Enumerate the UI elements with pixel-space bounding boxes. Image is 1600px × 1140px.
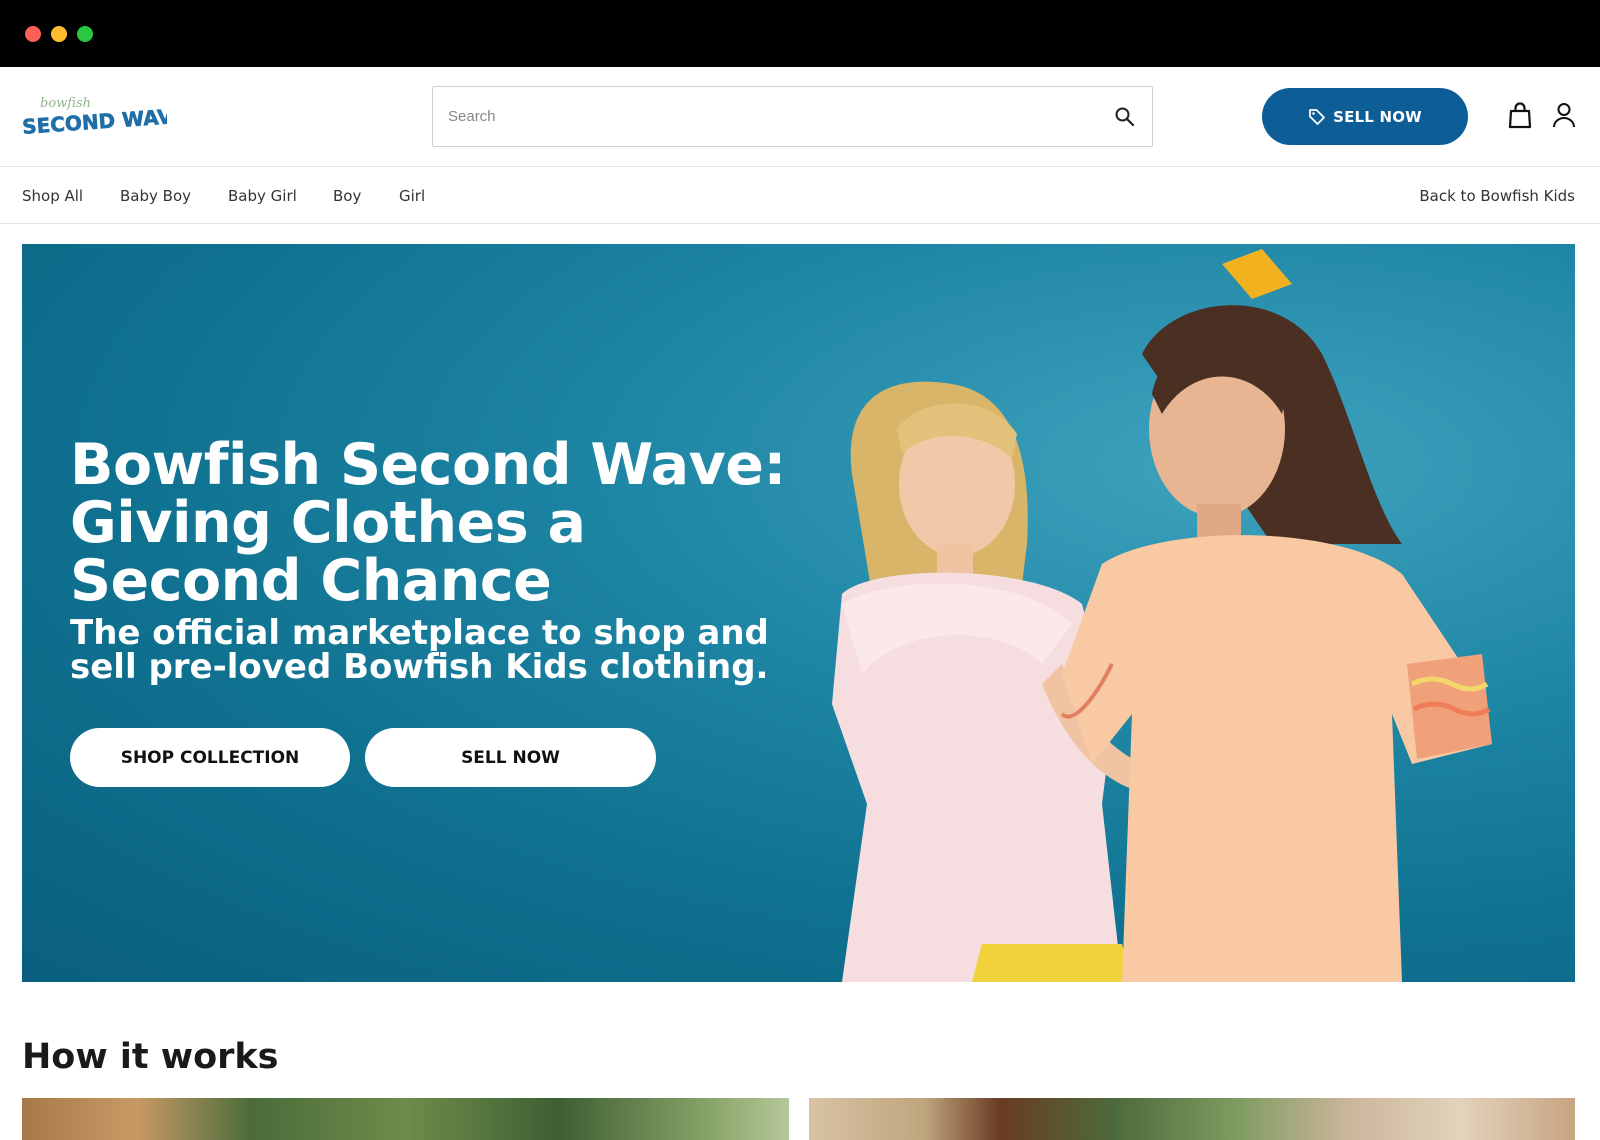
nav-item-shop-all[interactable]: Shop All [22, 187, 83, 205]
shopping-bag-icon[interactable] [1507, 101, 1533, 129]
user-icon[interactable] [1551, 101, 1577, 129]
search-bar [432, 86, 1153, 147]
header-sell-now-label: SELL NOW [1333, 107, 1422, 126]
back-to-bowfish-kids-link[interactable]: Back to Bowfish Kids [1419, 187, 1575, 205]
close-window-button[interactable] [25, 26, 41, 42]
hero-banner: Bowfish Second Wave: Giving Clothes a Se… [22, 244, 1575, 982]
logo-script-text: bowfish [40, 96, 91, 111]
window-titlebar [0, 0, 1600, 67]
how-it-works-heading: How it works [22, 1037, 279, 1077]
site-logo[interactable]: bowfish SECOND WAVE [22, 91, 167, 143]
header-sell-now-button[interactable]: SELL NOW [1262, 88, 1468, 145]
nav-item-baby-girl[interactable]: Baby Girl [228, 187, 297, 205]
shop-collection-button[interactable]: SHOP COLLECTION [70, 728, 350, 787]
hero-girl-right [1060, 249, 1492, 982]
tag-icon [1309, 108, 1325, 125]
how-it-works-card-image-1 [22, 1098, 789, 1140]
nav-item-girl[interactable]: Girl [399, 187, 425, 205]
site-header: bowfish SECOND WAVE SELL NOW [0, 67, 1600, 167]
maximize-window-button[interactable] [77, 26, 93, 42]
how-it-works-card-image-2 [809, 1098, 1575, 1140]
logo-mark: bowfish SECOND WAVE [22, 96, 167, 139]
search-input[interactable] [433, 87, 1093, 146]
hero-subtitle: The official marketplace to shop and sel… [70, 613, 769, 687]
hero-title: Bowfish Second Wave: Giving Clothes a Se… [70, 432, 786, 614]
hero-sell-now-button[interactable]: SELL NOW [365, 728, 656, 787]
minimize-window-button[interactable] [51, 26, 67, 42]
nav-item-boy[interactable]: Boy [333, 187, 361, 205]
search-icon[interactable] [1114, 106, 1136, 128]
category-nav: Shop All Baby Boy Baby Girl Boy Girl Bac… [0, 167, 1600, 224]
nav-item-baby-boy[interactable]: Baby Boy [120, 187, 191, 205]
